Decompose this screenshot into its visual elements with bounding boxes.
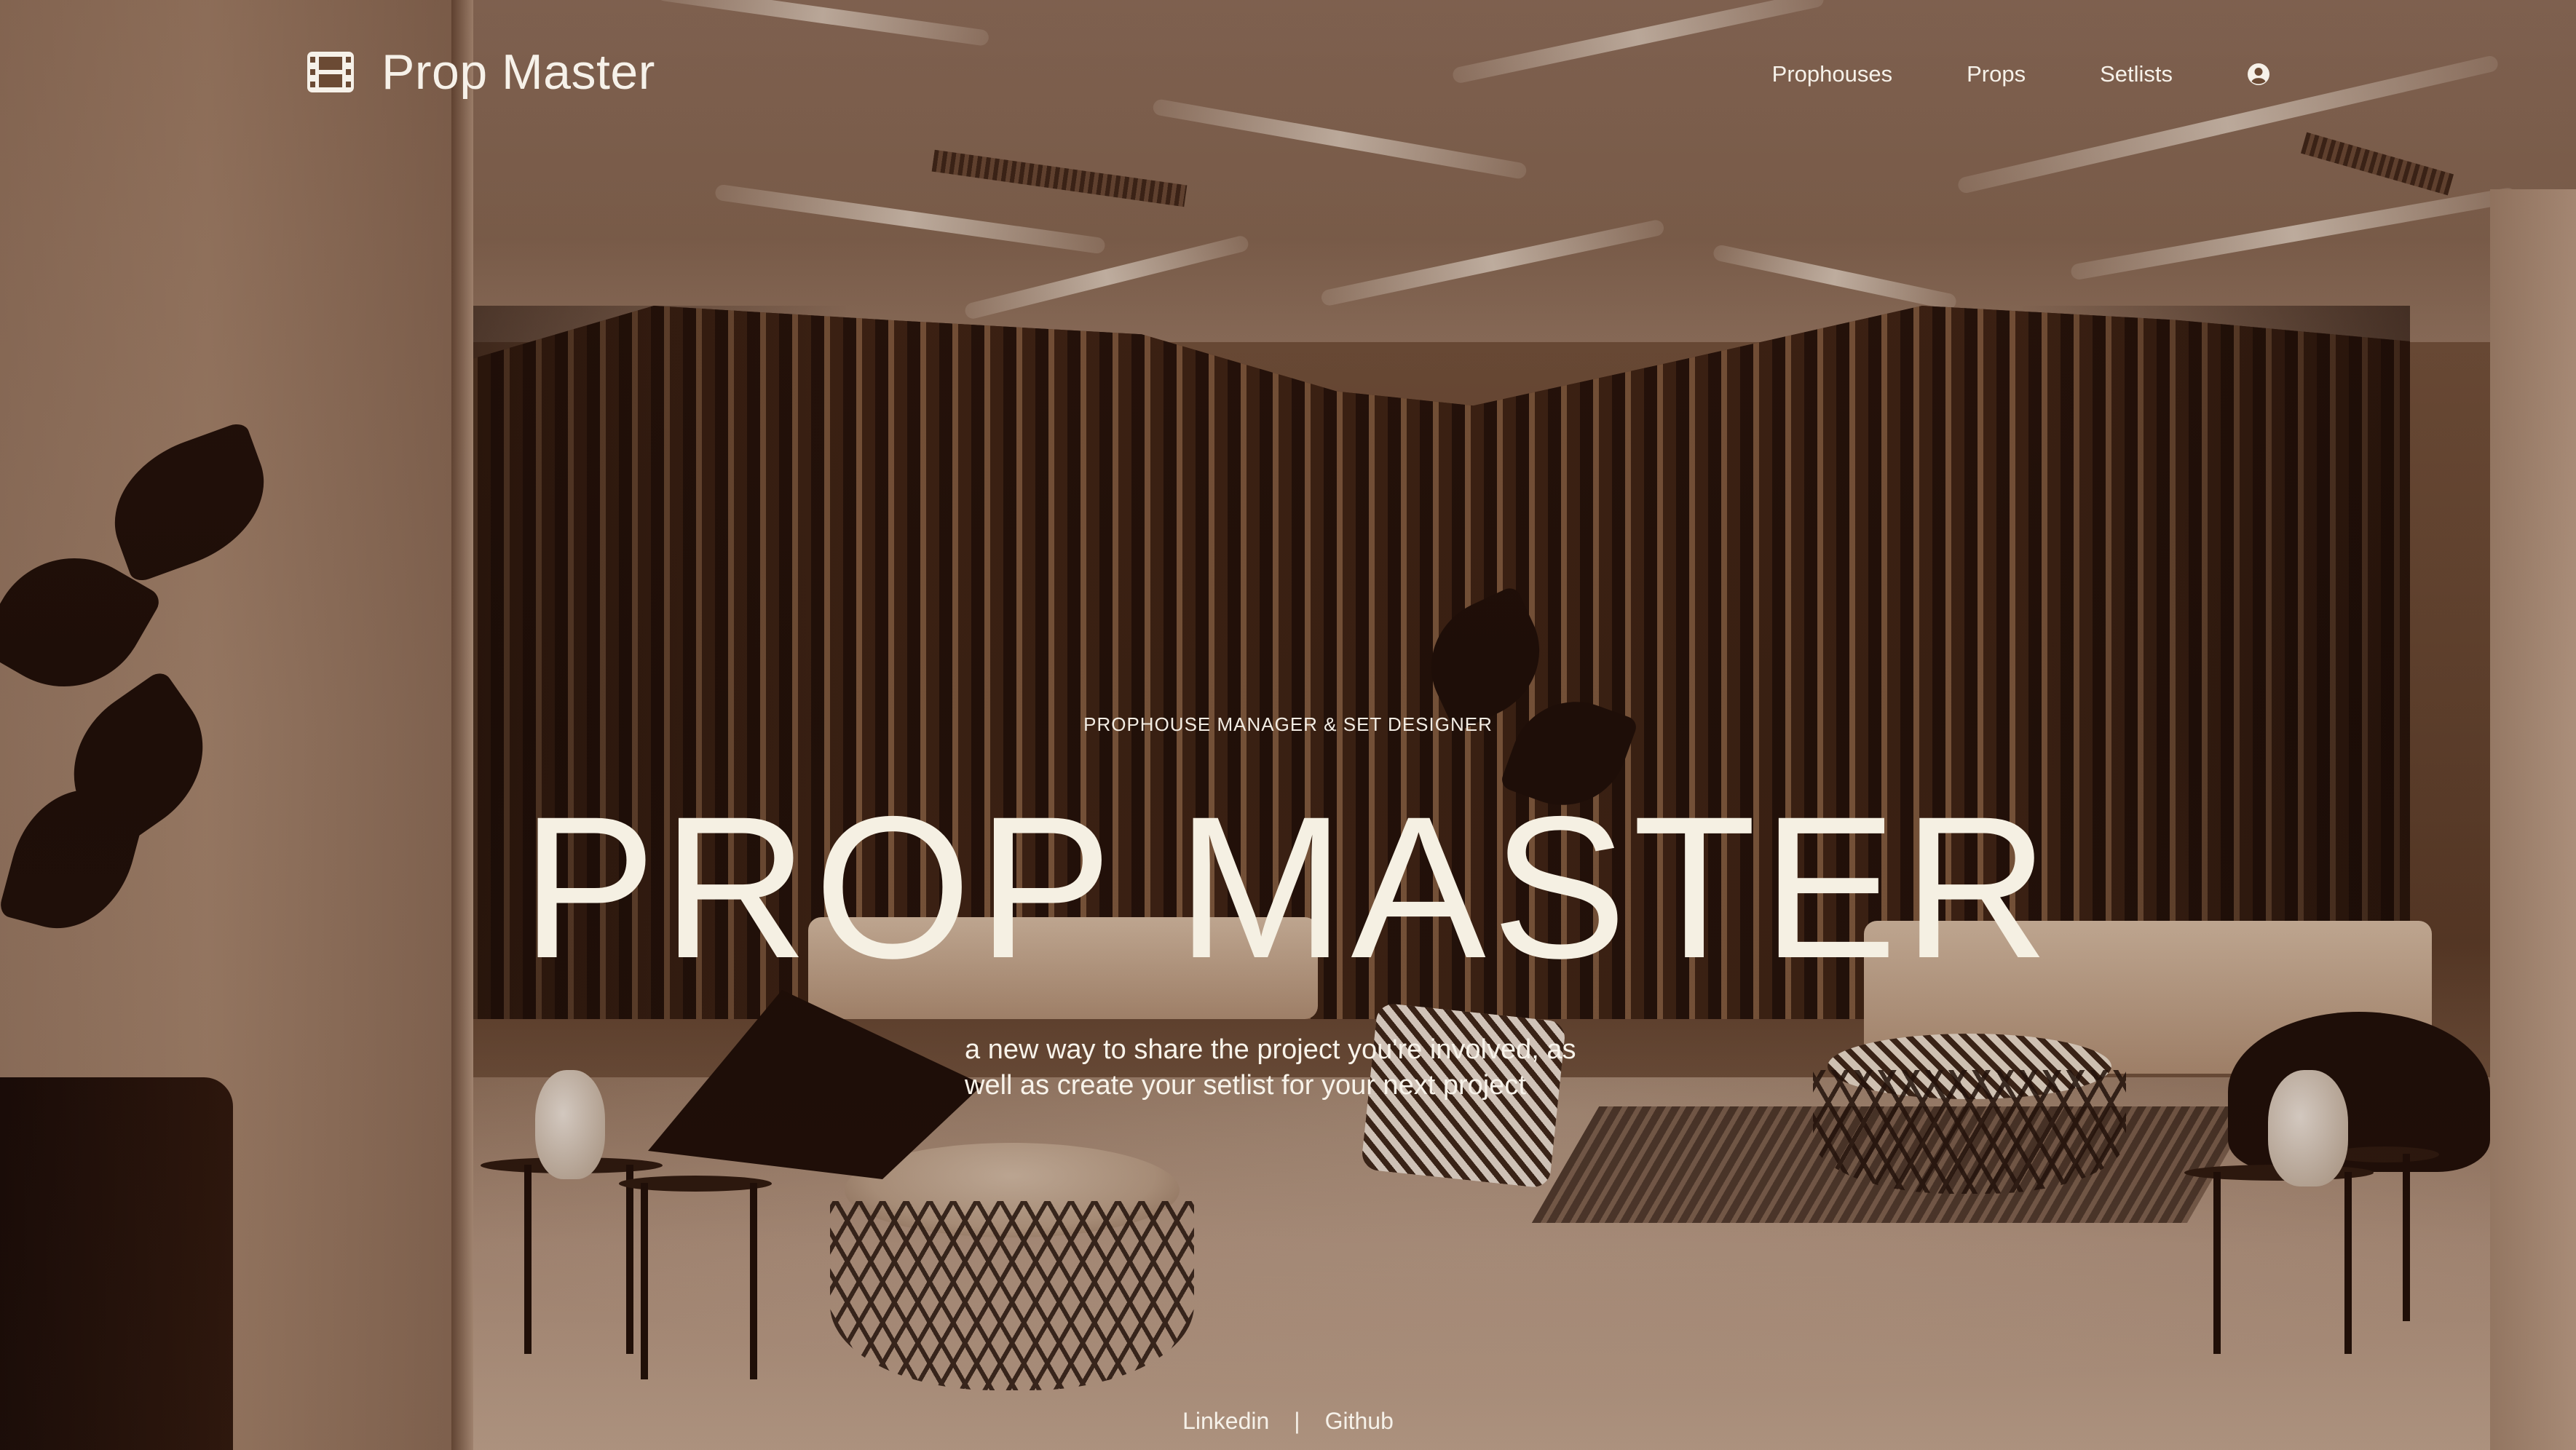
hero-tagline: a new way to share the project you're in… [965, 1034, 1576, 1101]
site-footer: Linkedin | Github [0, 1408, 2576, 1435]
film-icon [307, 52, 354, 92]
main-nav: Prophouses Props Setlists [1772, 61, 2270, 87]
linkedin-link[interactable]: Linkedin [1182, 1408, 1269, 1435]
hero-eyebrow: PROPHOUSE MANAGER & SET DESIGNER [1083, 713, 1493, 735]
nav-link-setlists[interactable]: Setlists [2100, 61, 2173, 87]
user-circle-icon[interactable] [2247, 63, 2270, 86]
nav-link-props[interactable]: Props [1967, 61, 2026, 87]
github-link[interactable]: Github [1325, 1408, 1394, 1435]
brand-logo-link[interactable]: Prop Master [306, 44, 655, 100]
brand-name: Prop Master [382, 44, 655, 100]
hero-title: PROP MASTER [521, 774, 2055, 1000]
site-header: Prop Master Prophouses Props Setlists [0, 0, 2576, 157]
nav-link-prophouses[interactable]: Prophouses [1772, 61, 1892, 87]
footer-separator: | [1294, 1408, 1300, 1434]
